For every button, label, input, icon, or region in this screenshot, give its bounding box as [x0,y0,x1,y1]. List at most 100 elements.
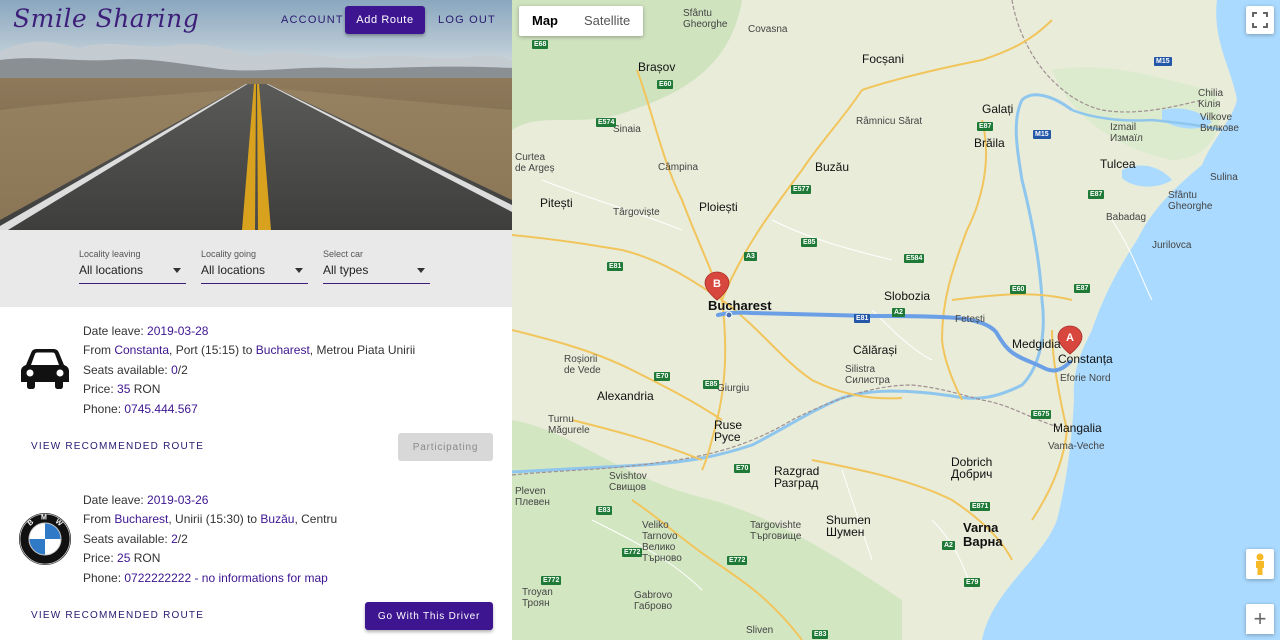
date-leave-line: Date leave: 2019-03-26 [83,491,337,510]
road-shield: M15 [1033,130,1051,139]
seats-available: 0 [171,362,178,377]
city-label: Sliven [746,625,774,636]
road-shield: A2 [892,308,905,317]
road-shield: E574 [596,118,617,127]
city-label: Turnu Măgurele [548,414,590,436]
locality-going-select[interactable]: Locality going All locations [201,248,308,284]
map-canvas[interactable]: B A [512,0,1280,640]
city-label: Brașov [638,60,676,74]
add-route-button[interactable]: Add Route [345,6,425,34]
city-label: Pitești [540,196,573,210]
car-type-label: Select car [323,249,364,259]
city-label: Constanța [1058,352,1113,366]
city-label: Dobrich Добрич [951,455,993,481]
marker-b-label: B [713,278,721,290]
from-detail: , Port (15:15) to [169,343,256,358]
to-detail: , Metrou Piata Unirii [309,343,416,358]
phone-line: Phone: 0722222222 - no informations for … [83,569,337,588]
seats-line: Seats available: 0/2 [83,361,415,380]
phone-value: 0722222222 - no informations for map [124,570,328,585]
account-link[interactable]: ACCOUNT [281,14,344,26]
date-value: 2019-03-28 [147,324,209,338]
city-label: Covasna [748,24,788,35]
seats-available: 2 [171,531,178,546]
city-label: Silistra Силистра [845,364,890,386]
city-label: Vilkove Вилкове [1200,112,1239,134]
road-shield: E70 [734,464,751,473]
city-label: Babadag [1106,212,1147,223]
date-label: Date leave: [83,324,148,338]
city-label: Râmnicu Sărat [856,116,923,127]
view-recommended-route-link[interactable]: VIEW RECOMMENDED ROUTE [31,441,204,452]
city-label: Chilia Kілія [1198,88,1224,110]
city-label: Razgrad Разград [774,464,820,490]
price-line: Price: 25 RON [83,549,337,568]
phone-line: Phone: 0745.444.567 [83,400,415,419]
road-shield: E81 [607,262,624,271]
to-detail: , Centru [294,512,338,527]
from-label: From [83,343,115,358]
map-type-map-button[interactable]: Map [519,6,571,36]
phone-label: Phone: [83,570,125,585]
car-type-select[interactable]: Select car All types [323,248,430,284]
fullscreen-button[interactable] [1246,6,1274,34]
date-value: 2019-03-26 [147,493,209,507]
marker-a-label: A [1066,332,1074,344]
city-label: Fetești [955,314,986,325]
road-shield: E85 [703,380,720,389]
route-map[interactable]: B A Brașov Sfântu Gheorghe Covasna Focșa… [512,0,1280,640]
bmw-logo-icon: B M W [17,511,73,567]
view-recommended-route-link[interactable]: VIEW RECOMMENDED ROUTE [31,610,204,621]
fullscreen-icon [1252,12,1268,28]
road-shield: A2 [942,541,955,550]
filter-bar: Locality leaving All locations Locality … [0,230,512,307]
road-shield: E83 [812,630,829,639]
city-label: Veliko Tarnovo Велико Търново [642,520,682,564]
city-label: Ruse Русе [714,418,743,444]
city-label: Sulina [1210,172,1238,183]
phone-label: Phone: [83,401,125,416]
bmw-m-letter: M [41,515,47,522]
dropdown-arrow-icon [173,268,181,273]
road-photo [0,0,512,230]
city-label: Câmpina [658,162,699,173]
road-shield: E60 [657,80,674,89]
price-line: Price: 35 RON [83,380,415,399]
dropdown-arrow-icon [295,268,303,273]
city-label: Giurgiu [717,383,750,394]
city-label: Izmail Измаїл [1110,122,1143,144]
city-label: Vama-Veche [1048,441,1105,452]
city-label: Roșiorii de Vede [564,354,601,376]
go-with-driver-button[interactable]: Go With This Driver [365,602,493,630]
locality-leaving-select[interactable]: Locality leaving All locations [79,248,186,284]
city-label: Mangalia [1053,421,1102,435]
city-label: Shumen Шумен [826,513,871,539]
from-city: Constanta [114,343,170,358]
road-shield: E772 [622,548,643,557]
dropdown-arrow-icon [417,268,425,273]
participating-button[interactable]: Participating [398,433,493,461]
city-label: Bucharest [708,298,772,313]
city-label: Buzău [815,160,850,174]
city-label: Tulcea [1100,157,1136,171]
app-logo[interactable]: Smile Sharing [13,4,199,33]
from-city: Bucharest [114,512,169,527]
road-shield: E87 [1074,284,1091,293]
seats-label: Seats available: [83,531,172,546]
street-view-pegman[interactable] [1246,549,1274,579]
city-label: Târgoviște [613,207,660,218]
city-label: Targovishte Търговище [750,520,802,542]
city-label: Alexandria [597,389,654,403]
seats-total: /2 [177,362,188,377]
date-label: Date leave: [83,493,148,507]
zoom-in-button[interactable]: + [1246,604,1274,634]
app-window: Smile Sharing ACCOUNT Add Route LOG OUT … [0,0,1280,640]
route-details: Date leave: 2019-03-28 From Constanta, P… [83,322,415,419]
city-label: Slobozia [884,289,931,303]
from-label: From [83,512,115,527]
city-label: Eforie Nord [1060,373,1111,384]
logout-link[interactable]: LOG OUT [438,14,496,26]
city-label: Troyan Троян [522,587,553,609]
map-type-satellite-button[interactable]: Satellite [571,6,643,36]
road-shield: E772 [541,576,562,585]
